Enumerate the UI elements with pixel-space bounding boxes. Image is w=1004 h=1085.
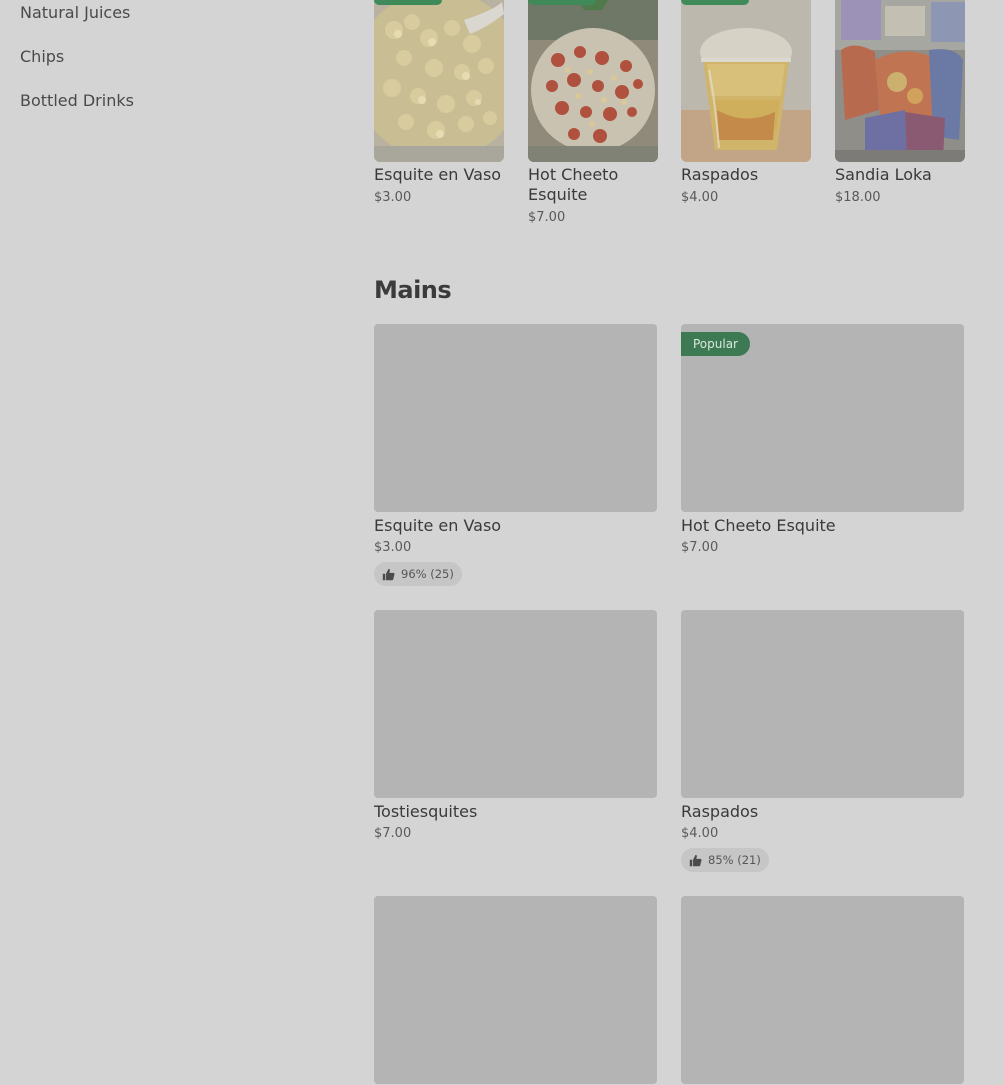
- featured-badge-strip: [374, 0, 442, 5]
- featured-item-name: Esquite en Vaso: [374, 165, 502, 184]
- menu-item-price: $7.00: [681, 540, 719, 555]
- hot-cheeto-esquite-photo: [528, 0, 658, 162]
- featured-badge-strip: [681, 0, 749, 5]
- featured-item-price: $3.00: [374, 190, 412, 205]
- menu-item-image-placeholder: [374, 896, 657, 1084]
- featured-badge-strip: [528, 0, 596, 5]
- thumbs-up-icon: [382, 568, 395, 580]
- menu-item-image-placeholder: [681, 896, 964, 1084]
- menu-item-name: Tostiesquites: [374, 802, 478, 821]
- raspados-photo: [681, 0, 811, 162]
- rating-badge: 96% (25): [374, 562, 462, 586]
- esquite-cup-photo: [374, 0, 504, 162]
- featured-item-name: Sandia Loka: [835, 165, 932, 184]
- featured-item-price: $4.00: [681, 190, 719, 205]
- menu-item-image-placeholder: [374, 324, 657, 512]
- store-menu-page: Natural Juices Chips Bottled Drinks Esqu…: [0, 0, 1004, 1085]
- rating-badge: 85% (21): [681, 848, 769, 872]
- thumbs-up-icon: [689, 854, 702, 866]
- menu-item-name: Raspados: [681, 802, 759, 821]
- rating-text: 96% (25): [401, 567, 454, 581]
- menu-item-price: $3.00: [374, 540, 412, 555]
- sandia-loka-photo: [835, 0, 965, 162]
- menu-item-image-placeholder: [681, 610, 964, 798]
- menu-item-name: Hot Cheeto Esquite: [681, 516, 836, 535]
- section-title-mains: Mains: [374, 276, 452, 304]
- featured-item-price: $7.00: [528, 210, 566, 225]
- featured-item-name: Hot Cheeto Esquite: [528, 165, 619, 204]
- featured-item-name: Raspados: [681, 165, 759, 184]
- menu-item-name: Esquite en Vaso: [374, 516, 502, 535]
- menu-item-price: $4.00: [681, 826, 719, 841]
- sidebar-item-chips[interactable]: Chips: [20, 45, 64, 69]
- sidebar-item-bottled-drinks[interactable]: Bottled Drinks: [20, 89, 134, 113]
- menu-item-image-placeholder: [374, 610, 657, 798]
- sidebar-item-natural-juices[interactable]: Natural Juices: [20, 1, 130, 25]
- menu-item-price: $7.00: [374, 826, 412, 841]
- featured-item-price: $18.00: [835, 190, 881, 205]
- rating-text: 85% (21): [708, 853, 761, 867]
- popular-badge: Popular: [681, 332, 750, 356]
